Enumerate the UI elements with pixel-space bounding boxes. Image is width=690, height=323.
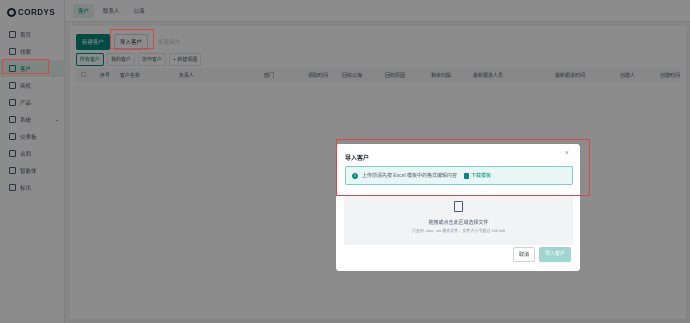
alert-text: 上传前请先按 Excel 模板中的格式编辑内容 — [362, 173, 458, 179]
download-template-link[interactable]: 下载模板 — [464, 172, 491, 179]
dialog-footer: 取消 导入客户 — [512, 247, 571, 262]
close-icon[interactable]: × — [565, 150, 569, 157]
download-template-label: 下载模板 — [471, 173, 492, 179]
info-icon: ! — [352, 172, 358, 179]
drop-zone-subhint: 只支持 .xlsx, .xls 格式文件，文件大小不超过 100 MB — [411, 228, 506, 233]
file-upload-icon — [454, 201, 463, 212]
drop-zone-hint: 拖拽或点击此区域选择文件 — [428, 220, 489, 226]
file-drop-zone[interactable]: 拖拽或点击此区域选择文件 只支持 .xlsx, .xls 格式文件，文件大小不超… — [344, 195, 573, 245]
import-customer-dialog: 导入客户 × ! 上传前请先按 Excel 模板中的格式编辑内容 下载模板 拖拽… — [336, 144, 580, 271]
info-alert: ! 上传前请先按 Excel 模板中的格式编辑内容 下载模板 — [345, 166, 573, 185]
import-button[interactable]: 导入客户 — [538, 247, 571, 262]
excel-icon — [464, 172, 470, 179]
cancel-button[interactable]: 取消 — [512, 247, 535, 262]
dialog-title: 导入客户 — [345, 156, 370, 162]
